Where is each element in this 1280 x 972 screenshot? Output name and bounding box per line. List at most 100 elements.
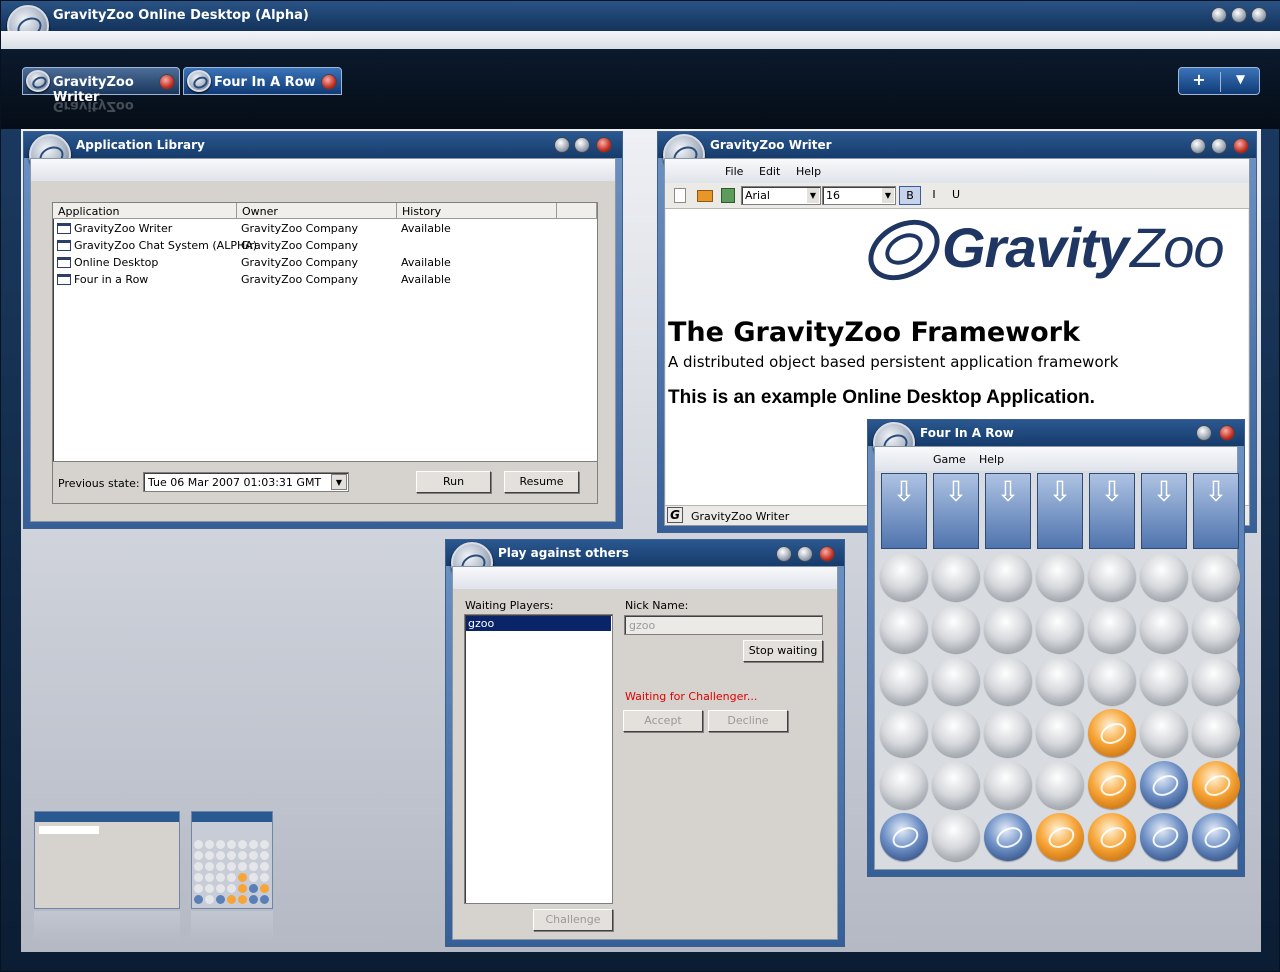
close-button[interactable] <box>596 137 612 153</box>
nick-name-label: Nick Name: <box>625 599 689 612</box>
underline-button[interactable]: U <box>946 186 966 205</box>
minimize-button[interactable] <box>1190 138 1206 154</box>
dropdown-arrow-icon[interactable]: ▼ <box>882 188 894 203</box>
thumbnail-slot <box>227 840 236 849</box>
open-folder-icon[interactable] <box>697 190 713 202</box>
toolbar-strip <box>1 31 1280 49</box>
menu-game[interactable]: Game <box>933 453 966 466</box>
new-tab-button[interactable]: + <box>1179 70 1219 89</box>
waiting-players-list[interactable]: gzoo <box>464 614 613 904</box>
menu-help[interactable]: Help <box>979 453 1004 466</box>
nick-name-field[interactable]: gzoo <box>624 615 823 635</box>
minimize-button[interactable] <box>776 546 792 562</box>
close-button[interactable] <box>1219 425 1235 441</box>
tab-gravityzoo-writer[interactable]: GravityZoo Writer <box>22 67 180 105</box>
drop-column-4-button[interactable]: ⇩ <box>1037 473 1083 549</box>
menu-help[interactable]: Help <box>796 165 821 178</box>
resume-button[interactable]: Resume <box>504 471 579 493</box>
accept-button[interactable]: Accept <box>623 710 703 732</box>
writer-thumbnail[interactable] <box>34 811 180 909</box>
list-item[interactable]: gzoo <box>466 616 611 631</box>
list-item[interactable]: Online Desktop GravityZoo Company Availa… <box>53 254 597 271</box>
previous-state-label: Previous state: <box>58 477 140 490</box>
close-tab-button[interactable] <box>159 74 175 90</box>
column-header-owner[interactable]: Owner <box>237 203 397 219</box>
empty-slot <box>1088 605 1136 653</box>
empty-slot <box>932 709 980 757</box>
window-titlebar[interactable]: Application Library <box>24 132 622 176</box>
tab-menu-button[interactable]: ▼ <box>1220 72 1260 92</box>
drop-column-5-button[interactable]: ⇩ <box>1089 473 1135 549</box>
decline-button[interactable]: Decline <box>708 710 788 732</box>
thumbnail-slot <box>249 840 258 849</box>
empty-slot <box>1036 553 1084 601</box>
column-header-filler <box>557 203 597 219</box>
thumbnail-slot <box>205 873 214 882</box>
empty-slot <box>1036 657 1084 705</box>
save-icon[interactable] <box>721 188 735 203</box>
empty-slot <box>984 553 1032 601</box>
maximize-button[interactable] <box>797 546 813 562</box>
minimize-button[interactable] <box>554 137 570 153</box>
column-header-history[interactable]: History <box>397 203 557 219</box>
close-button[interactable] <box>819 546 835 562</box>
list-item[interactable]: Four in a Row GravityZoo Company Availab… <box>53 271 597 288</box>
empty-slot <box>1192 605 1240 653</box>
window-titlebar[interactable]: Four In A Row <box>868 420 1244 464</box>
list-item[interactable]: GravityZoo Chat System (ALPHA) GravityZo… <box>53 237 597 254</box>
thumbnail-slot <box>216 851 225 860</box>
window-body: Waiting Players: gzoo Nick Name: gzoo St… <box>452 566 838 940</box>
empty-slot <box>932 553 980 601</box>
bold-button[interactable]: B <box>899 186 921 205</box>
tab-reflection: GravityZoo Writer <box>53 97 134 113</box>
dropdown-arrow-icon[interactable]: ▼ <box>807 188 819 203</box>
font-size-select[interactable]: 16 ▼ <box>822 186 896 205</box>
drop-column-1-button[interactable]: ⇩ <box>881 473 927 549</box>
app-titlebar: GravityZoo Online Desktop (Alpha) <box>1 1 1280 47</box>
challenge-button[interactable]: Challenge <box>533 909 613 931</box>
menu-bar: File Edit Help <box>665 159 1249 183</box>
thumbnail-slot <box>216 862 225 871</box>
maximize-button[interactable] <box>1231 7 1247 23</box>
close-button[interactable] <box>1233 138 1249 154</box>
list-item[interactable]: GravityZoo Writer GravityZoo Company Ava… <box>53 220 597 237</box>
menu-file[interactable]: File <box>725 165 743 178</box>
thumbnail-slot <box>194 884 203 893</box>
empty-slot <box>880 605 928 653</box>
thumbnail-slot <box>205 862 214 871</box>
italic-button[interactable]: I <box>924 186 944 205</box>
drop-column-3-button[interactable]: ⇩ <box>985 473 1031 549</box>
window-titlebar[interactable]: GravityZoo Writer <box>658 132 1256 176</box>
dropdown-arrow-icon[interactable]: ▼ <box>331 474 347 490</box>
drop-column-7-button[interactable]: ⇩ <box>1193 473 1239 549</box>
stop-waiting-button[interactable]: Stop waiting <box>743 640 823 662</box>
tab-label: Four In A Row <box>214 75 316 90</box>
window-body: Application Owner History GravityZoo Wri… <box>30 158 616 522</box>
column-header-application[interactable]: Application <box>53 203 237 219</box>
thumbnail-slot <box>194 840 203 849</box>
window-titlebar[interactable]: Play against others <box>446 540 844 584</box>
minimize-button[interactable] <box>1196 425 1212 441</box>
new-document-icon[interactable] <box>674 188 686 203</box>
maximize-button[interactable] <box>574 137 590 153</box>
drop-column-2-button[interactable]: ⇩ <box>933 473 979 549</box>
thumbnail-slot <box>194 862 203 871</box>
minimize-button[interactable] <box>1211 7 1227 23</box>
application-list[interactable]: Application Owner History GravityZoo Wri… <box>52 202 598 462</box>
game-board: ⇩ ⇩ ⇩ ⇩ ⇩ ⇩ ⇩ <box>879 471 1241 871</box>
close-tab-button[interactable] <box>321 74 337 90</box>
close-button[interactable] <box>1251 7 1267 23</box>
maximize-button[interactable] <box>1211 138 1227 154</box>
menu-edit[interactable]: Edit <box>759 165 780 178</box>
thumbnail-slot <box>227 851 236 860</box>
four-in-a-row-thumbnail[interactable] <box>191 811 273 909</box>
tab-four-in-a-row[interactable]: Four In A Row <box>183 67 342 95</box>
previous-state-select[interactable]: Tue 06 Mar 2007 01:03:31 GMT ▼ <box>143 472 349 492</box>
drop-column-6-button[interactable]: ⇩ <box>1141 473 1187 549</box>
font-select[interactable]: Arial ▼ <box>741 186 821 205</box>
thumbnail-slot <box>260 862 269 871</box>
gravityzoo-logo-icon <box>26 70 50 92</box>
empty-slot <box>1036 709 1084 757</box>
run-button[interactable]: Run <box>416 471 491 493</box>
thumbnail-slot <box>260 873 269 882</box>
